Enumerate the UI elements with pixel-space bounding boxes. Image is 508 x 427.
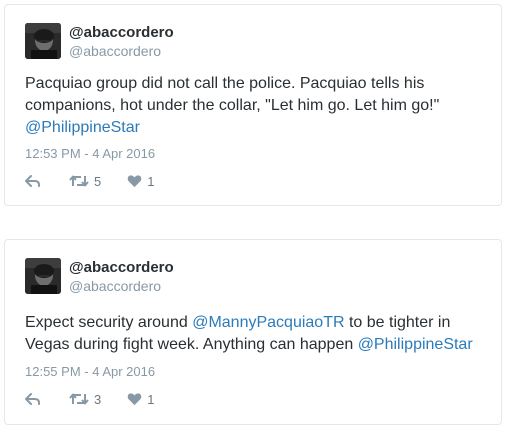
retweet-icon (69, 393, 89, 405)
display-name[interactable]: @abaccordero (69, 24, 174, 42)
tweet-actions: 5 1 (25, 171, 154, 191)
like-button[interactable]: 1 (127, 392, 154, 407)
timestamp-link[interactable]: 12:55 PM - 4 Apr 2016 (25, 364, 155, 379)
like-count: 1 (147, 391, 155, 407)
tweet-text-part: Pacquiao group did not call the police. … (25, 75, 440, 114)
tweet-text: Expect security around @MannyPacquiaoTR … (25, 312, 481, 356)
timestamp-link[interactable]: 12:53 PM - 4 Apr 2016 (25, 146, 155, 161)
reply-button[interactable] (25, 174, 41, 188)
avatar[interactable] (25, 258, 61, 294)
tweet-card[interactable]: @abaccordero @abaccordero Pacquiao group… (4, 4, 502, 206)
like-count: 1 (147, 173, 155, 189)
reply-icon (25, 393, 40, 405)
retweet-count: 3 (94, 391, 102, 407)
mention-link[interactable]: @PhilippineStar (25, 119, 140, 136)
username[interactable]: @abaccordero (69, 42, 174, 60)
heart-icon (127, 393, 142, 406)
retweet-icon (69, 175, 89, 187)
retweet-button[interactable]: 3 (69, 392, 101, 407)
heart-icon (127, 175, 142, 188)
reply-icon (25, 175, 40, 187)
display-name[interactable]: @abaccordero (69, 259, 174, 277)
mention-link[interactable]: @MannyPacquiaoTR (192, 314, 344, 331)
tweet-actions: 3 1 (25, 389, 154, 409)
tweet-text: Pacquiao group did not call the police. … (25, 73, 481, 139)
reply-button[interactable] (25, 392, 41, 406)
tweet-text-part: Expect security around (25, 314, 193, 331)
retweet-count: 5 (94, 173, 102, 189)
username[interactable]: @abaccordero (69, 277, 174, 295)
avatar[interactable] (25, 23, 61, 59)
avatar-image (25, 258, 61, 294)
mention-link[interactable]: @PhilippineStar (358, 336, 473, 353)
retweet-button[interactable]: 5 (69, 174, 101, 189)
tweet-card[interactable]: @abaccordero @abaccordero Expect securit… (4, 239, 502, 425)
like-button[interactable]: 1 (127, 174, 154, 189)
avatar-image (25, 23, 61, 59)
